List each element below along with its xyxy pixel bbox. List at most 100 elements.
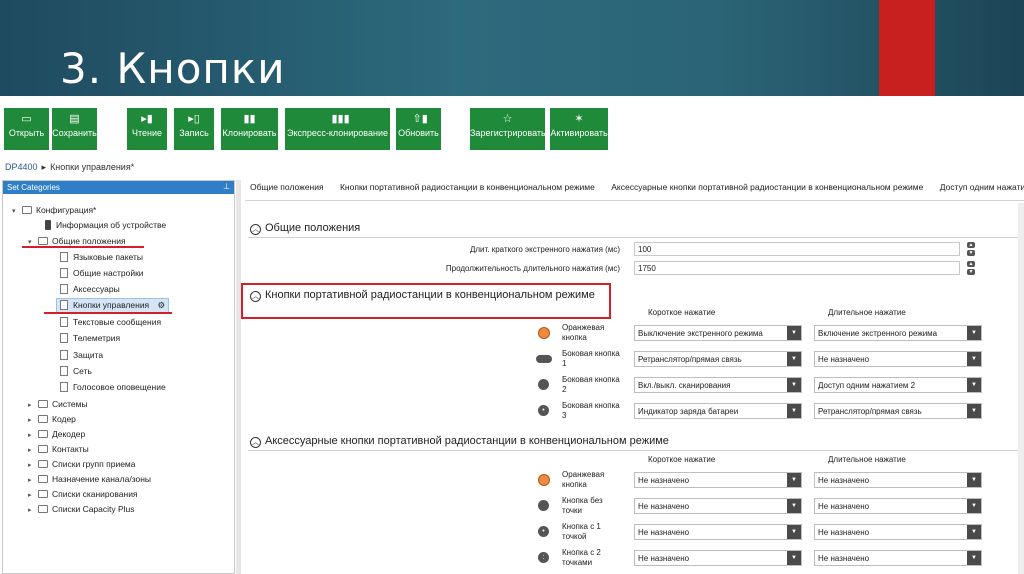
long-press-select[interactable]: Доступ одним нажатием 2 ▼: [814, 377, 982, 393]
chevron-down-icon[interactable]: ▼: [967, 499, 981, 513]
tree-item-protection[interactable]: Защита: [60, 350, 103, 360]
chevron-down-icon[interactable]: ▼: [787, 326, 801, 340]
expand-arrow-icon[interactable]: ▸: [28, 446, 38, 454]
long-press-select[interactable]: Не назначено ▼: [814, 498, 982, 514]
collapse-up-icon[interactable]: ︿: [250, 224, 261, 235]
chevron-down-icon[interactable]: ▼: [967, 473, 981, 487]
tab-one-touch[interactable]: Доступ одним нажатием: [940, 182, 1024, 192]
chevron-down-icon[interactable]: ▼: [787, 551, 801, 565]
short-press-select[interactable]: Не назначено ▼: [634, 524, 802, 540]
long-press-select[interactable]: Включение экстренного режима ▼: [814, 325, 982, 341]
chevron-down-icon[interactable]: ▼: [967, 378, 981, 392]
long-press-stepper[interactable]: ▲ ▼: [967, 261, 975, 275]
expand-arrow-icon[interactable]: ▸: [28, 431, 38, 439]
content-scrollbar[interactable]: [1018, 203, 1024, 574]
chevron-down-icon[interactable]: ▼: [787, 404, 801, 418]
tree-item-scan-lists[interactable]: ▸ Списки сканирования: [28, 489, 138, 499]
long-press-select[interactable]: Не назначено ▼: [814, 524, 982, 540]
short-press-select[interactable]: Выключение экстренного режима ▼: [634, 325, 802, 341]
short-press-select[interactable]: Не назначено ▼: [634, 550, 802, 566]
tree-item-accessories[interactable]: Аксессуары: [60, 284, 120, 294]
tab-portable-buttons[interactable]: Кнопки портативной радиостанции в конвен…: [340, 182, 595, 192]
chevron-down-icon[interactable]: ▼: [787, 473, 801, 487]
chevron-down-icon[interactable]: ▼: [787, 499, 801, 513]
short-press-select[interactable]: Не назначено ▼: [634, 472, 802, 488]
chevron-down-icon[interactable]: ▼: [967, 551, 981, 565]
save-button[interactable]: ▤ Сохранить: [52, 108, 97, 150]
gear-icon[interactable]: ⚙: [158, 300, 166, 310]
open-button[interactable]: ▭ Открыть: [4, 108, 49, 150]
tab-general[interactable]: Общие положения: [250, 182, 324, 192]
tree-item-network[interactable]: Сеть: [60, 366, 92, 376]
long-press-select[interactable]: Не назначено ▼: [814, 550, 982, 566]
collapse-arrow-icon[interactable]: ▾: [28, 238, 38, 246]
portable-section-title[interactable]: ︿ Кнопки портативной радиостанции в конве…: [250, 289, 595, 302]
tree-item-config[interactable]: ▾ Конфигурация*: [12, 205, 96, 215]
short-press-select[interactable]: Индикатор заряда батареи ▼: [634, 403, 802, 419]
long-press-select[interactable]: Не назначено ▼: [814, 472, 982, 488]
folder-icon: [38, 415, 48, 423]
chevron-down-icon[interactable]: ▼: [787, 378, 801, 392]
short-press-stepper[interactable]: ▲ ▼: [967, 242, 975, 256]
chevron-down-icon[interactable]: ▼: [967, 525, 981, 539]
chevron-down-icon[interactable]: ▼: [787, 525, 801, 539]
express-clone-button[interactable]: ▮▮▮ Экспресс-клонирование: [285, 108, 390, 150]
collapse-up-icon[interactable]: ︿: [250, 291, 261, 302]
tree-item-general[interactable]: ▾ Общие положения: [28, 236, 126, 246]
row-label: Оранжевая кнопка: [562, 323, 605, 342]
tree-item-telemetry[interactable]: Телеметрия: [60, 333, 120, 343]
chevron-down-icon[interactable]: ▼: [967, 326, 981, 340]
collapse-arrow-icon[interactable]: ▾: [12, 207, 22, 215]
step-up-icon[interactable]: ▲: [967, 242, 975, 248]
expand-arrow-icon[interactable]: ▸: [28, 491, 38, 499]
step-down-icon[interactable]: ▼: [967, 269, 975, 275]
expand-arrow-icon[interactable]: ▸: [28, 401, 38, 409]
expand-arrow-icon[interactable]: ▸: [28, 506, 38, 514]
register-button[interactable]: ☆ Зарегистрировать: [470, 108, 546, 150]
expand-arrow-icon[interactable]: ▸: [28, 416, 38, 424]
collapse-up-icon[interactable]: ︿: [250, 437, 261, 448]
accessory-section-title[interactable]: ︿ Аксессуарные кнопки портативной радиост…: [250, 435, 669, 448]
expand-arrow-icon[interactable]: ▸: [28, 476, 38, 484]
long-press-select[interactable]: Ретранслятор/прямая связь ▼: [814, 403, 982, 419]
step-down-icon[interactable]: ▼: [967, 250, 975, 256]
chevron-down-icon[interactable]: ▼: [967, 352, 981, 366]
tree-item-capacity[interactable]: ▸ Списки Capacity Plus: [28, 504, 135, 514]
tree-item-decoder[interactable]: ▸ Декодер: [28, 429, 85, 439]
panel-splitter[interactable]: [236, 180, 241, 574]
highlight-underline: [22, 246, 144, 248]
tab-accessory-buttons[interactable]: Аксессуарные кнопки портативной радиоста…: [611, 182, 923, 192]
breadcrumb-root[interactable]: DP4400: [5, 162, 38, 172]
folder-icon: [38, 475, 48, 483]
short-press-select[interactable]: Вкл./выкл. сканирования ▼: [634, 377, 802, 393]
write-button[interactable]: ▸▯ Запись: [174, 108, 214, 150]
step-up-icon[interactable]: ▲: [967, 261, 975, 267]
tree-item-device-info[interactable]: Информация об устройстве: [45, 220, 166, 230]
tree-item-buttons[interactable]: Кнопки управления ⚙: [56, 298, 170, 313]
long-press-select[interactable]: Не назначено ▼: [814, 351, 982, 367]
tree-item-text-messages[interactable]: Текстовые сообщения: [60, 317, 161, 327]
activate-button[interactable]: ✶ Активировать: [550, 108, 608, 150]
clone-icon: ▮▮: [243, 113, 256, 125]
tree-item-contacts[interactable]: ▸ Контакты: [28, 444, 89, 454]
read-button[interactable]: ▸▮ Чтение: [127, 108, 167, 150]
tree-item-channels[interactable]: ▸ Назначение канала/зоны: [28, 474, 151, 484]
short-press-input[interactable]: 100: [634, 242, 960, 256]
short-press-select[interactable]: Не назначено ▼: [634, 498, 802, 514]
clone-button[interactable]: ▮▮ Клонировать: [221, 108, 278, 150]
update-button[interactable]: ⇧▮ Обновить: [396, 108, 441, 150]
chevron-down-icon[interactable]: ▼: [967, 404, 981, 418]
long-press-input[interactable]: 1750: [634, 261, 960, 275]
tree-item-voice[interactable]: Голосовое оповещение: [60, 382, 166, 392]
tree-item-coder[interactable]: ▸ Кодер: [28, 414, 76, 424]
expand-arrow-icon[interactable]: ▸: [28, 461, 38, 469]
pin-icon[interactable]: ⊥: [223, 182, 230, 191]
chevron-down-icon[interactable]: ▼: [787, 352, 801, 366]
tree-item-rx-groups[interactable]: ▸ Списки групп приема: [28, 459, 136, 469]
tree-item-language[interactable]: Языковые пакеты: [60, 252, 143, 262]
short-press-select[interactable]: Ретранслятор/прямая связь ▼: [634, 351, 802, 367]
general-section-title[interactable]: ︿ Общие положения: [250, 222, 360, 235]
tree-item-general-settings[interactable]: Общие настройки: [60, 268, 144, 278]
tree-item-systems[interactable]: ▸ Системы: [28, 399, 88, 409]
read-radio-icon: ▸▮: [141, 113, 153, 125]
